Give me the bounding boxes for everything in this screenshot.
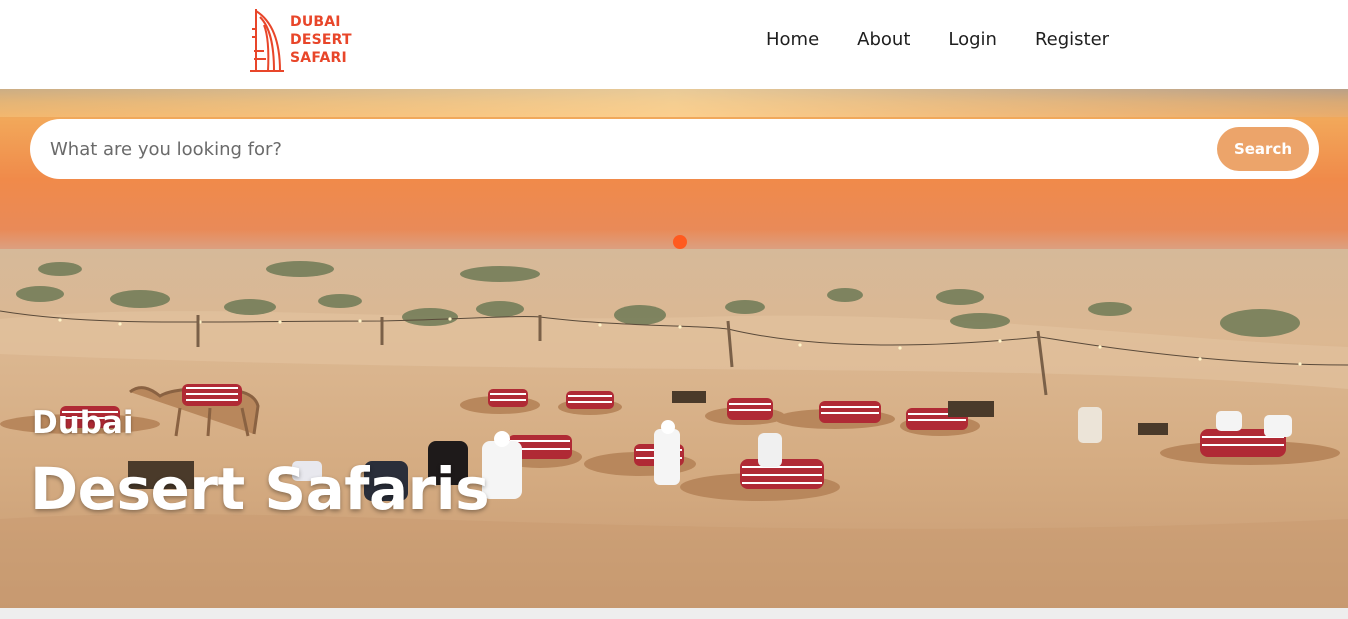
burj-al-arab-icon xyxy=(250,9,284,72)
hero-section: Search Dubai Desert Safaris xyxy=(0,89,1348,608)
main-nav: Home About Login Register xyxy=(766,28,1109,52)
search-input[interactable] xyxy=(50,131,1200,167)
search-bar: Search xyxy=(30,119,1319,179)
nav-about-link[interactable]: About xyxy=(857,28,910,52)
nav-register-link[interactable]: Register xyxy=(1035,28,1109,52)
site-logo[interactable]: DUBAI DESERT SAFARI xyxy=(246,6,356,74)
page-bottom-strip xyxy=(0,608,1348,619)
site-header: DUBAI DESERT SAFARI Home About Login Reg… xyxy=(0,0,1348,89)
logo-line-3: SAFARI xyxy=(290,50,347,66)
logo-wordmark: DUBAI DESERT SAFARI xyxy=(290,13,352,67)
hero-title: Desert Safaris xyxy=(30,455,490,523)
logo-line-1: DUBAI xyxy=(290,14,341,30)
hero-subtitle: Dubai xyxy=(32,405,134,441)
nav-home-link[interactable]: Home xyxy=(766,28,819,52)
search-button[interactable]: Search xyxy=(1217,127,1309,171)
logo-line-2: DESERT xyxy=(290,32,352,48)
nav-login-link[interactable]: Login xyxy=(948,28,997,52)
